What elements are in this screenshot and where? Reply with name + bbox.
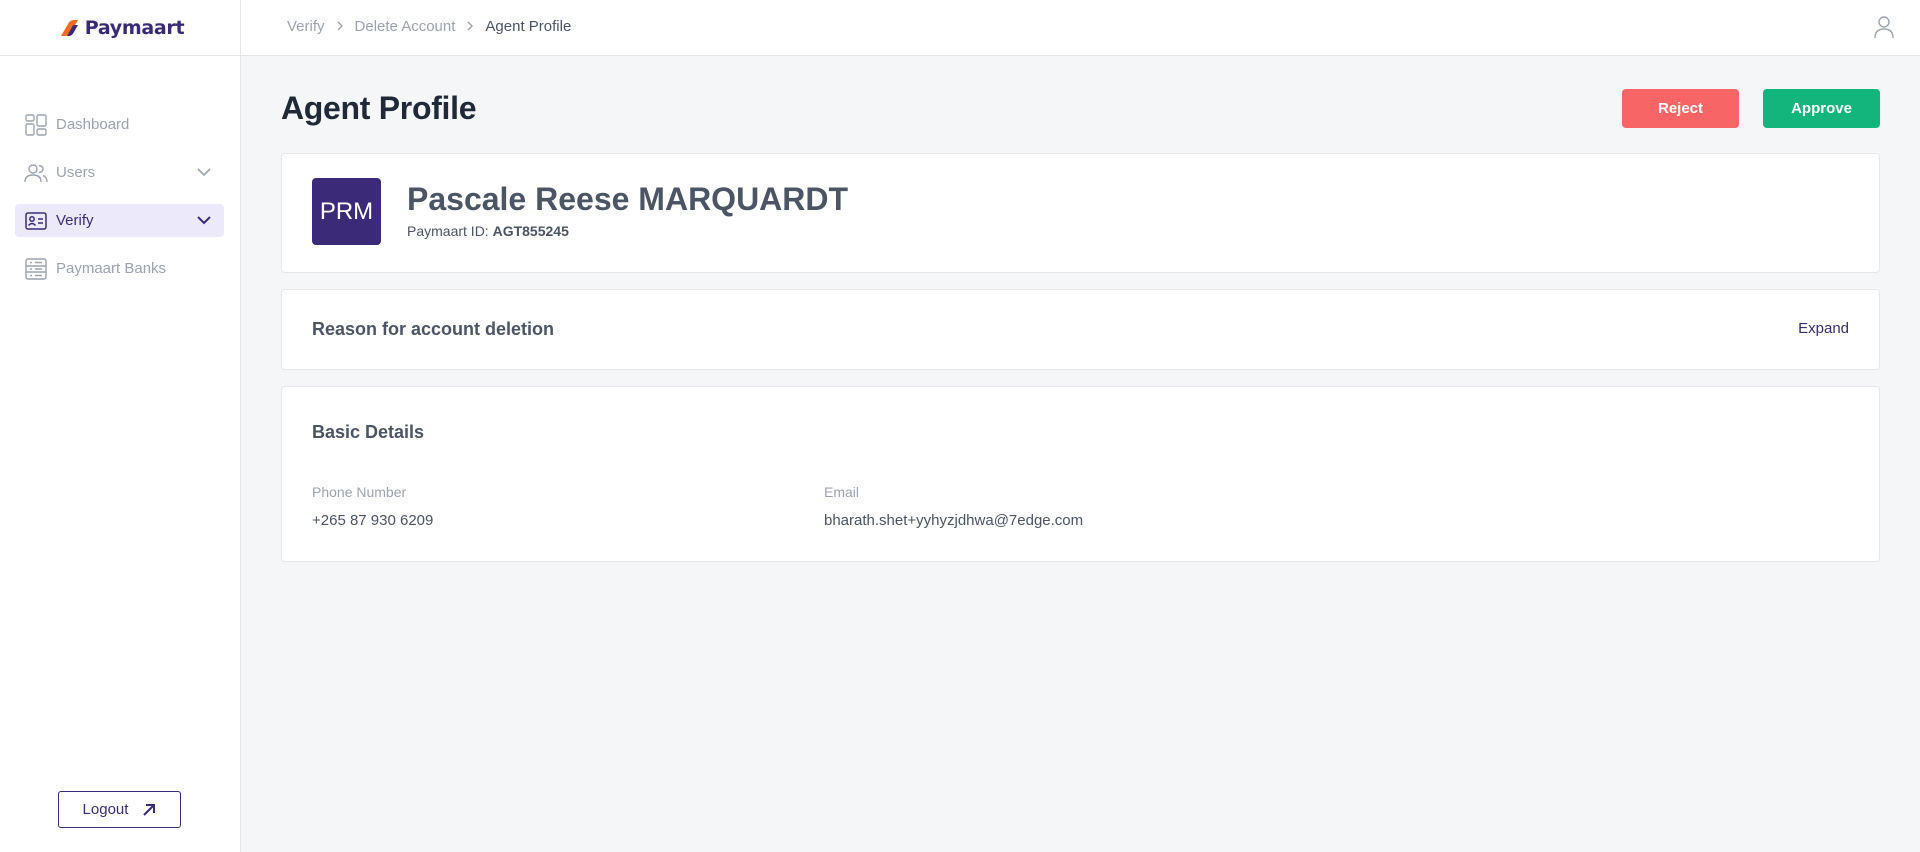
chevron-down-icon[interactable]: [196, 164, 212, 180]
breadcrumb: Verify Delete Account Agent Profile: [287, 18, 571, 35]
email-value: bharath.shet+yyhyzjdhwa@7edge.com: [824, 512, 1084, 529]
expand-link[interactable]: Expand: [1798, 320, 1849, 337]
id-card-icon: [24, 209, 48, 233]
bank-list-icon: [24, 257, 48, 281]
profile-name: Pascale Reese MARQUARDT: [407, 181, 849, 217]
phone-number-value: +265 87 930 6209: [312, 512, 434, 529]
reason-card: Reason for account deletion Expand: [281, 289, 1880, 370]
paymaart-id-label: Paymaart ID:: [407, 223, 489, 239]
sidebar-item-label: Paymaart Banks: [56, 260, 167, 277]
arrow-up-right-icon: [143, 803, 156, 816]
logo[interactable]: Paymaart: [0, 0, 241, 56]
sidebar-item-verify[interactable]: Verify: [15, 204, 224, 237]
chevron-right-icon: [336, 19, 344, 34]
breadcrumb-agent-profile: Agent Profile: [485, 18, 572, 35]
sidebar-item-paymaart-banks[interactable]: Paymaart Banks: [15, 252, 224, 285]
user-profile-icon[interactable]: [1873, 15, 1895, 39]
breadcrumb-delete-account[interactable]: Delete Account: [355, 18, 456, 35]
avatar: PRM: [312, 178, 381, 245]
basic-details-card: Basic Details Phone Number +265 87 930 6…: [281, 386, 1880, 562]
profile-card: PRM Pascale Reese MARQUARDT Paymaart ID:…: [281, 153, 1880, 273]
chevron-down-icon[interactable]: [196, 212, 212, 228]
sidebar-nav: Dashboard Users Verify Paymaart Banks: [15, 108, 224, 300]
logout-label: Logout: [82, 801, 129, 818]
sidebar: Paymaart Dashboard Users Verify Paymaart…: [0, 0, 241, 852]
chevron-right-icon: [466, 19, 474, 34]
reject-button[interactable]: Reject: [1622, 89, 1739, 128]
brand-name: Paymaart: [84, 16, 185, 39]
paymaart-id-value: AGT855245: [492, 223, 569, 239]
sidebar-item-dashboard[interactable]: Dashboard: [15, 108, 224, 141]
breadcrumb-verify[interactable]: Verify: [287, 18, 325, 35]
paymaart-id: Paymaart ID: AGT855245: [407, 223, 569, 239]
reason-title: Reason for account deletion: [312, 319, 555, 339]
sidebar-item-label: Dashboard: [56, 116, 130, 133]
basic-details-title: Basic Details: [312, 422, 425, 442]
sidebar-item-label: Users: [56, 164, 96, 181]
dashboard-icon: [24, 113, 48, 137]
sidebar-item-label: Verify: [56, 212, 94, 229]
sidebar-item-users[interactable]: Users: [15, 156, 224, 189]
phone-number-label: Phone Number: [312, 484, 407, 500]
logout-button[interactable]: Logout: [58, 791, 181, 828]
page-title: Agent Profile: [281, 90, 477, 126]
top-bar: Verify Delete Account Agent Profile: [241, 0, 1920, 56]
paymaart-logo-icon: [60, 19, 78, 36]
approve-button[interactable]: Approve: [1763, 89, 1880, 128]
email-label: Email: [824, 484, 860, 500]
users-icon: [24, 161, 48, 185]
